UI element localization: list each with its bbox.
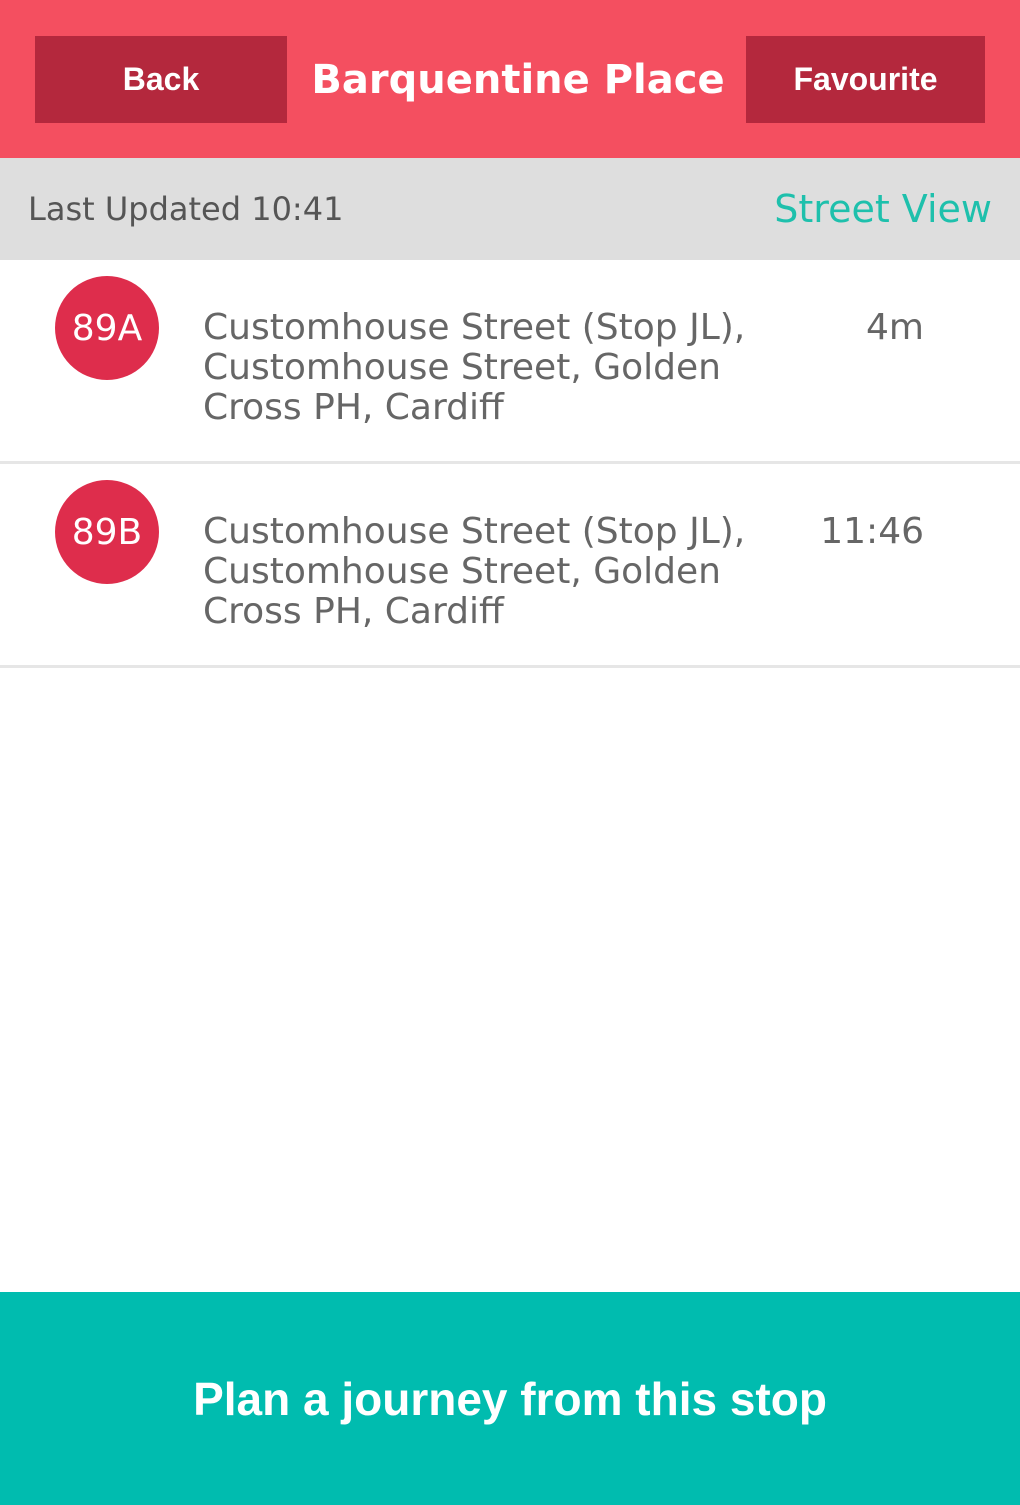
street-view-link[interactable]: Street View [774, 158, 992, 260]
departure-row[interactable]: 89B Customhouse Street (Stop JL), Custom… [0, 464, 1020, 668]
departures-list: 89A Customhouse Street (Stop JL), Custom… [0, 260, 1020, 668]
back-button[interactable]: Back [35, 36, 287, 123]
status-bar: Last Updated 10:41 Street View [0, 158, 1020, 260]
plan-journey-button[interactable]: Plan a journey from this stop [0, 1292, 1020, 1505]
page-title: Barquentine Place [311, 56, 725, 103]
app-header: Back Barquentine Place Favourite [0, 0, 1020, 158]
route-badge: 89B [55, 480, 159, 584]
departure-time: 11:46 [820, 511, 924, 552]
departure-row[interactable]: 89A Customhouse Street (Stop JL), Custom… [0, 260, 1020, 464]
destination-text: Customhouse Street (Stop JL), Customhous… [203, 511, 746, 632]
destination-text: Customhouse Street (Stop JL), Customhous… [203, 307, 746, 428]
departure-time: 4m [866, 307, 924, 348]
route-badge: 89A [55, 276, 159, 380]
favourite-button[interactable]: Favourite [746, 36, 985, 123]
last-updated-text: Last Updated 10:41 [28, 190, 344, 228]
